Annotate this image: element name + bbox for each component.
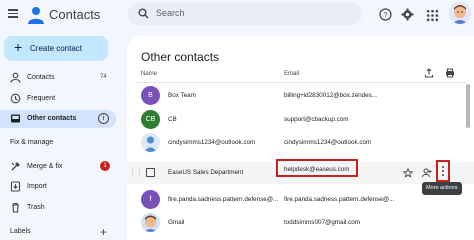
svg-text:?: ? <box>384 12 388 19</box>
print-icon[interactable] <box>445 68 455 78</box>
info-icon[interactable]: i <box>98 113 109 124</box>
sidebar-item-trash[interactable]: Trash <box>0 199 116 217</box>
main-panel: Other contacts Name Email B Box Team bil… <box>127 36 474 240</box>
star-icon[interactable] <box>403 168 413 178</box>
labels-heading: Labels <box>10 228 31 235</box>
more-vert-icon <box>442 166 444 178</box>
search-icon <box>138 8 149 19</box>
contact-name: fire.panda.sadness.pattern.defense@... <box>168 196 279 203</box>
inbox-icon <box>11 114 20 123</box>
history-icon <box>10 93 21 104</box>
sidebar-item-label: Import <box>27 183 47 190</box>
contact-avatar <box>141 133 160 152</box>
contact-email: toddsimms007@gmail.com <box>284 219 361 226</box>
create-contact-label: Create contact <box>30 44 83 53</box>
create-contact-button[interactable]: + Create contact <box>4 36 108 61</box>
plus-icon: + <box>14 39 23 55</box>
search-input[interactable]: Search <box>128 3 362 25</box>
sidebar-item-label: Contacts <box>27 74 55 81</box>
contact-name: EaseUS Sales Department <box>168 169 244 176</box>
sidebar-item-other-contacts[interactable]: Other contacts i <box>0 110 116 128</box>
sidebar-item-label: Merge & fix <box>27 163 63 170</box>
contact-email: cindysimms1234@outlook.com <box>284 139 372 146</box>
menu-icon[interactable] <box>8 9 18 18</box>
contact-avatar <box>141 213 160 232</box>
contacts-logo <box>28 7 44 24</box>
table-row-hovered[interactable]: ⋮⋮ EaseUS Sales Department helpdesk@ease… <box>127 159 474 184</box>
page-title: Other contacts <box>141 50 220 64</box>
settings-icon[interactable] <box>401 8 414 21</box>
sidebar-item-contacts[interactable]: Contacts 74 <box>0 69 116 87</box>
app-title: Contacts <box>49 7 101 22</box>
contact-email: helpdesk@easeus.com <box>284 166 350 173</box>
contact-name: cindysimms1234@outlook.com <box>168 139 256 146</box>
add-label-button[interactable]: + <box>100 225 107 239</box>
contact-email: support@cbackup.com <box>284 116 349 123</box>
contact-email: billing+id2830012@box.zendes... <box>284 92 378 99</box>
cartoon-avatar <box>141 213 160 232</box>
drag-handle-icon[interactable]: ⋮⋮ <box>129 168 143 176</box>
contact-name: CB <box>168 116 177 123</box>
contact-avatar: B <box>141 86 160 105</box>
help-icon[interactable]: ? <box>379 8 392 21</box>
trash-icon <box>12 202 19 213</box>
contact-avatar: f <box>141 190 160 209</box>
export-icon[interactable] <box>424 68 434 78</box>
top-bar: Contacts Search ? <box>0 0 474 30</box>
table-row[interactable]: Gmail toddsimms007@gmail.com <box>127 212 474 234</box>
sidebar-item-label: Frequent <box>27 95 56 102</box>
merge-fix-icon <box>11 162 20 171</box>
sidebar-item-import[interactable]: Import <box>0 178 116 196</box>
more-actions-button[interactable] <box>436 160 450 182</box>
sidebar-item-frequent[interactable]: Frequent <box>0 90 116 108</box>
account-avatar[interactable] <box>449 2 471 24</box>
person-icon <box>10 72 21 83</box>
more-actions-tooltip: More actions <box>422 182 462 195</box>
row-checkbox[interactable] <box>146 168 155 177</box>
search-placeholder: Search <box>156 8 185 18</box>
sidebar-item-merge-fix[interactable]: Merge & fix 1 <box>0 158 116 176</box>
sidebar-item-label: Other contacts <box>27 115 77 122</box>
contact-name: Gmail <box>168 219 185 226</box>
apps-icon[interactable] <box>426 9 439 22</box>
contacts-count: 74 <box>100 74 107 80</box>
notification-badge: 1 <box>100 161 110 171</box>
import-icon <box>10 181 21 192</box>
contact-avatar: CB <box>141 110 160 129</box>
table-row[interactable]: B Box Team billing+id2830012@box.zendes.… <box>127 85 474 107</box>
fix-manage-heading: Fix & manage <box>10 139 54 146</box>
sidebar-item-label: Trash <box>27 204 45 211</box>
add-person-icon[interactable] <box>422 168 432 178</box>
person-silhouette-icon <box>144 136 157 152</box>
table-row[interactable]: CB CB support@cbackup.com <box>127 109 474 131</box>
column-header-email[interactable]: Email <box>284 71 299 77</box>
column-header-name[interactable]: Name <box>141 71 157 77</box>
header-divider <box>137 82 467 83</box>
table-row[interactable]: cindysimms1234@outlook.com cindysimms123… <box>127 132 474 154</box>
contact-email: fire.panda.sadness.pattern.defense@... <box>284 196 395 203</box>
contact-name: Box Team <box>168 92 196 99</box>
